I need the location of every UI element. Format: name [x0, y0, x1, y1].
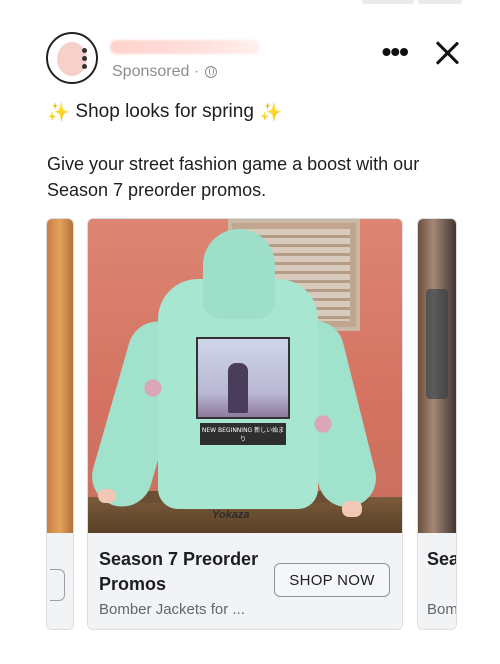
jacket-floral-print	[144, 369, 162, 407]
product-image[interactable]: NEW BEGINNING 新しい始まり Yokaza	[88, 219, 402, 533]
jacket-brand-mark: Yokaza	[212, 509, 250, 521]
globe-icon	[205, 66, 218, 78]
top-tab-fragment	[418, 0, 462, 4]
photo-hand	[98, 489, 116, 503]
photo-hand	[342, 501, 362, 517]
top-tab-fragment	[362, 0, 414, 4]
page-avatar[interactable]	[46, 32, 98, 84]
post-header: Sponsored · •••	[46, 32, 466, 86]
card-footer	[47, 533, 73, 629]
card-footer: Season 7 Preorder Promos Bomber Jackets …	[88, 533, 402, 629]
sponsored-label[interactable]: Sponsored ·	[112, 63, 218, 81]
card-subtitle: Bomber Jackets for ...	[99, 601, 245, 618]
post-body-text: Give your street fashion game a boost wi…	[47, 154, 420, 200]
sparkles-icon: ✨	[47, 101, 70, 122]
carousel-card-next[interactable]: Season 7 Preorder Promos Bomber Jackets …	[417, 218, 457, 630]
more-options-icon[interactable]: •••	[382, 38, 409, 66]
headline-text: Shop looks for spring	[75, 101, 254, 122]
carousel-card-prev[interactable]	[46, 218, 74, 630]
page-name-redacted[interactable]	[110, 40, 260, 54]
card-title[interactable]: Season 7 Preorder Promos	[427, 547, 456, 572]
jacket-back-artwork	[196, 337, 290, 419]
carousel-card[interactable]: NEW BEGINNING 新しい始まり Yokaza Season 7 Pre…	[87, 218, 403, 630]
sponsored-text: Sponsored ·	[112, 63, 200, 80]
close-icon[interactable]	[434, 40, 460, 66]
jacket-hood	[203, 229, 275, 319]
post-headline: ✨ Shop looks for spring ✨	[47, 101, 282, 123]
card-subtitle: Bomber Jackets for ...	[427, 601, 457, 618]
product-carousel[interactable]: NEW BEGINNING 新しい始まり Yokaza Season 7 Pre…	[0, 218, 500, 634]
shop-now-button-partial[interactable]	[50, 569, 65, 601]
product-image[interactable]	[418, 219, 456, 533]
jacket-floral-print	[314, 405, 332, 443]
card-footer: Season 7 Preorder Promos Bomber Jackets …	[418, 533, 456, 629]
sparkles-icon: ✨	[259, 101, 283, 122]
shop-now-button[interactable]: SHOP NOW	[274, 563, 390, 597]
product-image[interactable]	[47, 219, 73, 533]
card-title[interactable]: Season 7 Preorder Promos	[99, 547, 269, 597]
avatar-decoration	[82, 48, 90, 74]
jacket-back-text: NEW BEGINNING 新しい始まり	[200, 423, 286, 445]
